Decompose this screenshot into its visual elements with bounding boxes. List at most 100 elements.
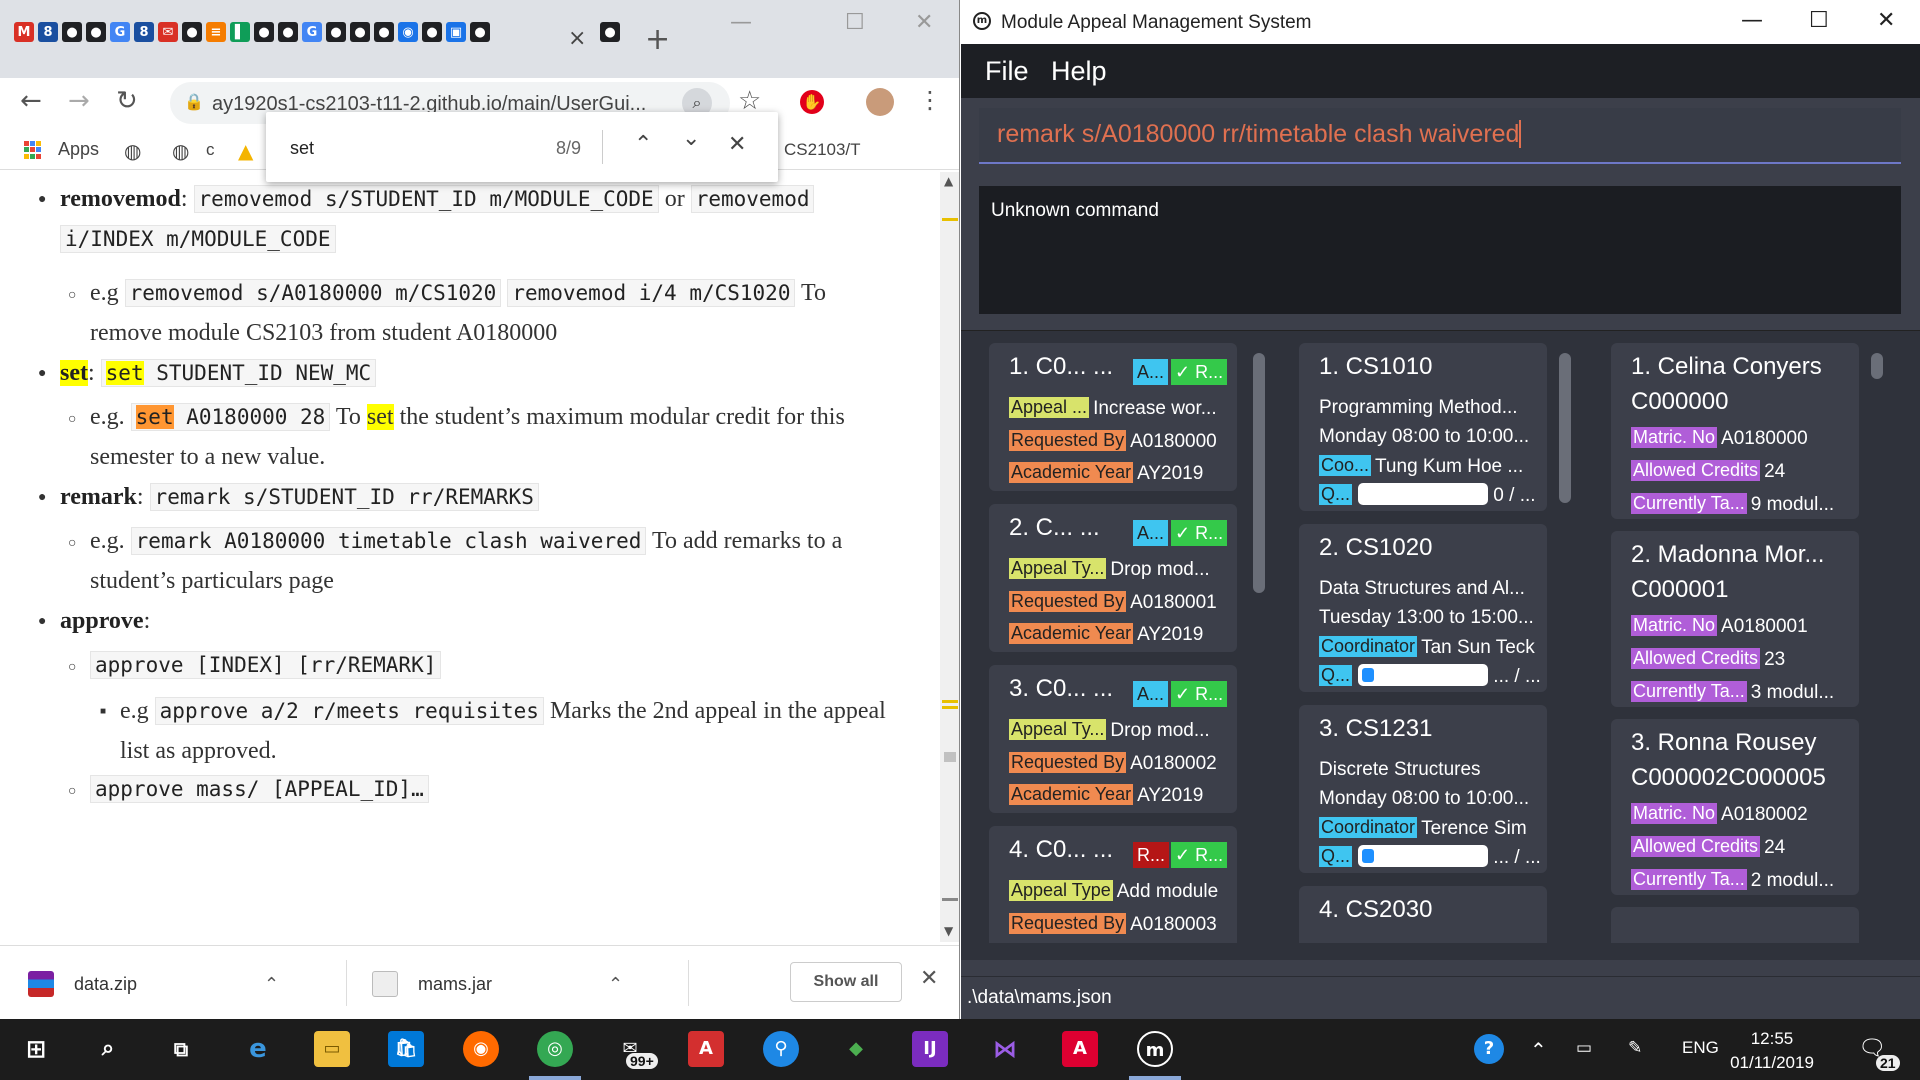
- close-window-icon[interactable]: ✕: [1877, 8, 1895, 33]
- new-tab-button[interactable]: +: [645, 22, 670, 57]
- module-card[interactable]: 2. CS1020 Data Structures and Al... Tues…: [1299, 524, 1547, 692]
- tab-favicon-github[interactable]: ●: [254, 22, 274, 42]
- tab-favicon[interactable]: ▣: [446, 22, 466, 42]
- adblock-extension-icon[interactable]: ✋: [800, 90, 824, 114]
- appeal-list-scrollbar[interactable]: [1253, 353, 1265, 593]
- firefox-icon[interactable]: ◉: [463, 1031, 499, 1067]
- tab-favicon-google[interactable]: G: [110, 22, 130, 42]
- browser-menu-icon[interactable]: ⋮: [918, 86, 942, 114]
- close-downloads-icon[interactable]: ✕: [920, 966, 938, 991]
- quota-progress-fill: [1362, 849, 1375, 863]
- forward-arrow-icon[interactable]: →: [68, 86, 90, 116]
- clock[interactable]: 12:55 01/11/2019: [1722, 1027, 1822, 1075]
- bookmark-c[interactable]: c: [206, 140, 215, 160]
- find-previous-icon[interactable]: ⌃: [634, 132, 652, 157]
- tab-favicon-mail[interactable]: ✉: [158, 22, 178, 42]
- tab-favicon[interactable]: ◉: [398, 22, 418, 42]
- appeal-card[interactable]: 3. C0... ... A... ✓ R... Appeal Ty... Dro…: [989, 665, 1237, 813]
- pen-icon[interactable]: ✎: [1628, 1038, 1642, 1058]
- git-icon[interactable]: ◆: [838, 1031, 874, 1067]
- battery-icon[interactable]: ▭: [1576, 1038, 1592, 1058]
- appeal-card[interactable]: 2. C... ... A... ✓ R... Appeal Ty... Drop…: [989, 504, 1237, 652]
- tab-favicon[interactable]: ▌: [230, 22, 250, 42]
- apps-grid-icon[interactable]: [24, 141, 42, 159]
- tab-favicon-github[interactable]: ●: [86, 22, 106, 42]
- find-input[interactable]: set: [290, 138, 314, 159]
- appeal-card[interactable]: 4. C0... ... R... ✓ R... Appeal Type Add …: [989, 826, 1237, 943]
- chrome-icon[interactable]: ◎: [537, 1031, 573, 1067]
- appeal-card[interactable]: 1. C0... ... A... ✓ R... Appeal ... Incre…: [989, 343, 1237, 491]
- scroll-up-icon[interactable]: ▲: [944, 174, 953, 188]
- divider: [688, 960, 689, 1006]
- tab-favicon-github[interactable]: ●: [600, 22, 620, 42]
- menu-file[interactable]: File: [985, 56, 1029, 87]
- tab-favicon-google[interactable]: G: [302, 22, 322, 42]
- tab-favicon-github[interactable]: ●: [350, 22, 370, 42]
- student-card[interactable]: 2. Madonna Mor... C000001 Matric. No A018…: [1611, 531, 1859, 707]
- search-icon[interactable]: ⌕: [90, 1031, 126, 1067]
- intellij-icon[interactable]: IJ: [912, 1031, 948, 1067]
- menu-help[interactable]: Help: [1051, 56, 1107, 87]
- tab-favicon-github[interactable]: ●: [62, 22, 82, 42]
- tab-favicon[interactable]: 8: [38, 22, 58, 42]
- help-icon[interactable]: ?: [1474, 1034, 1504, 1064]
- windows-start-icon[interactable]: ⊞: [18, 1031, 54, 1067]
- task-view-icon[interactable]: ⧉: [163, 1031, 199, 1067]
- tab-favicon[interactable]: ≡: [206, 22, 226, 42]
- command-input[interactable]: remark s/A0180000 rr/timetable clash wai…: [997, 120, 1522, 149]
- scroll-down-icon[interactable]: ▼: [944, 924, 953, 938]
- removemod-syntax: removemod s/STUDENT_ID m/MODULE_CODE: [193, 185, 659, 213]
- student-card[interactable]: 3. Ronna Rousey C000002C000005 Matric. N…: [1611, 719, 1859, 895]
- download-item-data-zip[interactable]: data.zip ⌃: [28, 964, 279, 1004]
- module-card[interactable]: 1. CS1010 Programming Method... Monday 0…: [1299, 343, 1547, 511]
- tab-favicon-github[interactable]: ●: [374, 22, 394, 42]
- tab-favicon-gmail[interactable]: M: [14, 22, 34, 42]
- bookmark-apps[interactable]: Apps: [58, 139, 99, 160]
- close-window-icon[interactable]: ✕: [915, 10, 933, 35]
- bookmark-cs2103[interactable]: CS2103/T: [784, 140, 861, 160]
- tab-favicon-github[interactable]: ●: [326, 22, 346, 42]
- scrollbar-thumb[interactable]: [944, 752, 956, 762]
- find-next-icon[interactable]: ⌄: [682, 126, 700, 151]
- profile-avatar[interactable]: [866, 88, 894, 116]
- reload-icon[interactable]: ↻: [116, 86, 138, 116]
- module-card[interactable]: 4. CS2030: [1299, 886, 1547, 943]
- maximize-icon[interactable]: ☐: [1809, 8, 1829, 33]
- angular-icon[interactable]: A: [1062, 1031, 1098, 1067]
- student-list-scrollbar[interactable]: [1871, 353, 1883, 379]
- maps-icon[interactable]: ⚲: [763, 1031, 799, 1067]
- command-box[interactable]: remark s/A0180000 rr/timetable clash wai…: [979, 108, 1901, 164]
- student-card[interactable]: [1611, 907, 1859, 943]
- chevron-up-icon[interactable]: ⌃: [608, 974, 623, 995]
- globe-icon[interactable]: ◍: [172, 139, 189, 163]
- visual-studio-icon[interactable]: ⋈: [987, 1031, 1023, 1067]
- module-list-scrollbar[interactable]: [1559, 353, 1571, 503]
- download-item-mams-jar[interactable]: mams.jar ⌃: [372, 964, 623, 1004]
- language-indicator[interactable]: ENG: [1682, 1038, 1719, 1058]
- back-arrow-icon[interactable]: ←: [20, 86, 42, 116]
- minimize-icon[interactable]: —: [730, 10, 752, 35]
- file-explorer-icon[interactable]: ▭: [314, 1031, 350, 1067]
- acrobat-icon[interactable]: A: [688, 1031, 724, 1067]
- tab-close-icon[interactable]: ×: [568, 26, 586, 51]
- maximize-icon[interactable]: ☐: [845, 10, 865, 35]
- tab-favicon-github[interactable]: ●: [278, 22, 298, 42]
- chevron-up-icon[interactable]: ⌃: [1530, 1038, 1547, 1063]
- page-scrollbar[interactable]: ▲ ▼: [940, 172, 959, 942]
- tab-favicon-github[interactable]: ●: [470, 22, 490, 42]
- module-card[interactable]: 3. CS1231 Discrete Structures Monday 08:…: [1299, 705, 1547, 873]
- show-all-downloads-button[interactable]: Show all: [790, 962, 902, 1002]
- mams-app-icon[interactable]: m: [1137, 1031, 1173, 1067]
- save-location: .\data\mams.json: [967, 987, 1112, 1008]
- google-drive-icon[interactable]: ▲: [238, 139, 253, 163]
- chevron-up-icon[interactable]: ⌃: [264, 974, 279, 995]
- tab-favicon-github[interactable]: ●: [182, 22, 202, 42]
- find-close-icon[interactable]: ✕: [728, 132, 746, 157]
- student-card[interactable]: 1. Celina Conyers C000000 Matric. No A018…: [1611, 343, 1859, 519]
- minimize-icon[interactable]: —: [1741, 8, 1763, 33]
- store-icon[interactable]: 🛍: [388, 1031, 424, 1067]
- tab-favicon[interactable]: 8: [134, 22, 154, 42]
- tab-favicon-github[interactable]: ●: [422, 22, 442, 42]
- globe-icon[interactable]: ◍: [124, 139, 141, 163]
- edge-browser-icon[interactable]: e: [240, 1031, 276, 1067]
